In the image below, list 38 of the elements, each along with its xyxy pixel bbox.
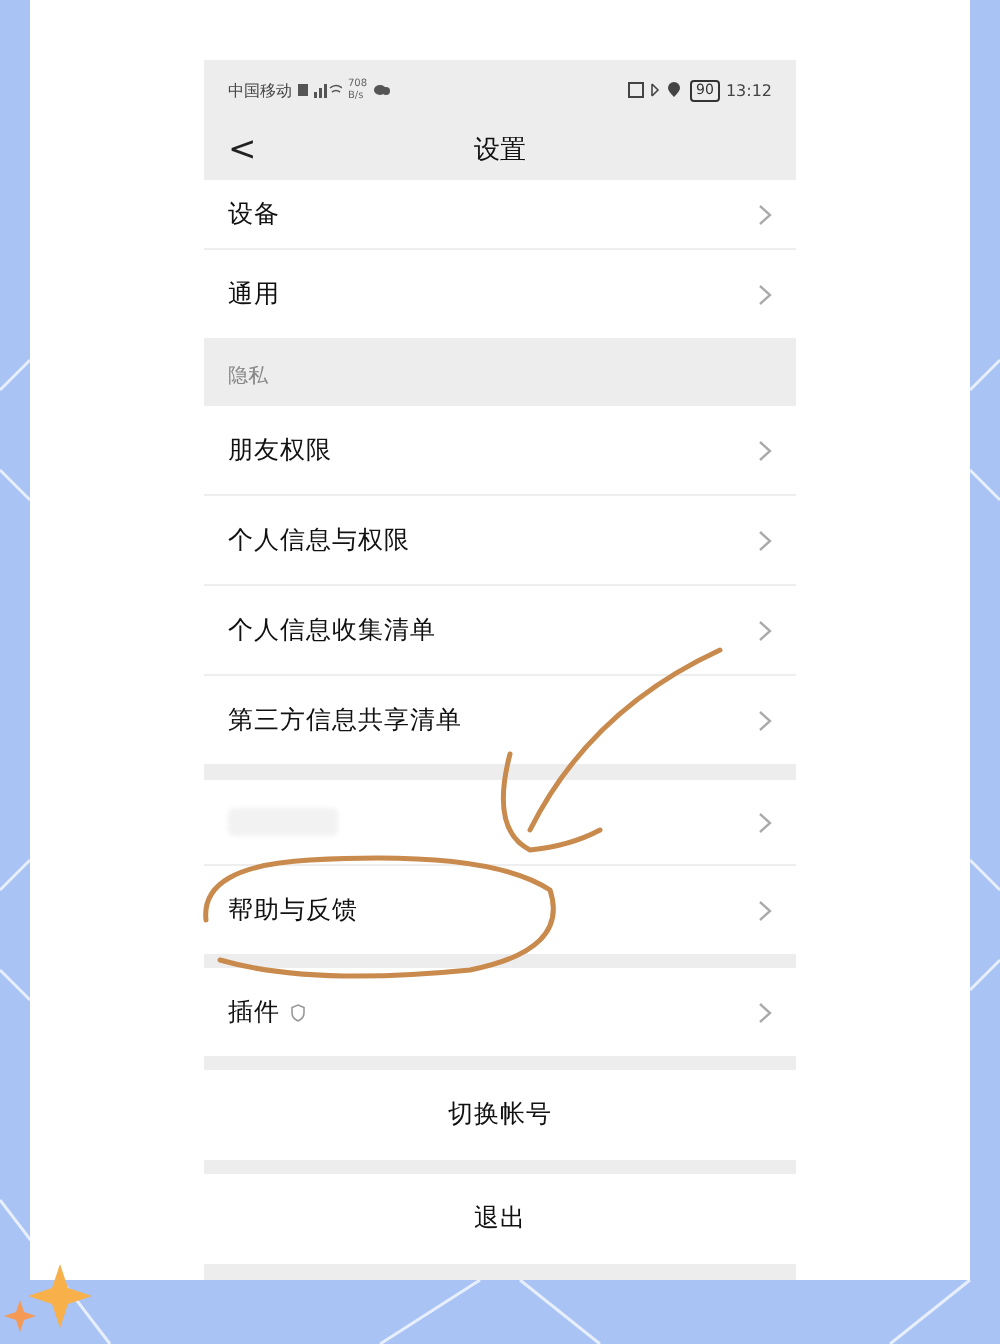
time-text: 13:12 xyxy=(725,81,772,99)
chevron-icon xyxy=(758,811,772,833)
row-label: 个人信息与权限 xyxy=(228,523,410,557)
chevron-icon xyxy=(758,1001,772,1023)
action-row[interactable]: 退出 xyxy=(204,1174,796,1264)
chevron-icon xyxy=(758,899,772,921)
chevron-icon xyxy=(758,439,772,461)
row-label: 插件 xyxy=(228,995,280,1029)
chevron-icon xyxy=(758,529,772,551)
settings-row[interactable]: 第三方信息共享清单 xyxy=(204,676,796,764)
chat-icon xyxy=(373,84,390,96)
settings-row[interactable]: 帮助与反馈 xyxy=(204,866,796,954)
section-header: 隐私 xyxy=(226,364,270,392)
settings-row[interactable]: 个人信息收集清单 xyxy=(204,586,796,676)
row-label: 个人信息收集清单 xyxy=(228,613,436,647)
row-label: 第三方信息共享清单 xyxy=(228,703,462,737)
row-label: 帮助与反馈 xyxy=(228,893,358,927)
status-icons xyxy=(628,82,685,98)
page-title: 设置 xyxy=(474,134,526,168)
chevron-icon xyxy=(758,283,772,305)
signal-icon xyxy=(298,82,342,98)
action-label: 切换帐号 xyxy=(448,1098,552,1132)
chevron-icon xyxy=(758,709,772,731)
chevron-icon xyxy=(758,619,772,641)
action-label: 退出 xyxy=(474,1202,526,1236)
row-label: 朋友权限 xyxy=(228,433,332,467)
shield-icon xyxy=(290,1003,306,1021)
settings-row[interactable]: 设备 xyxy=(204,180,796,250)
settings-row[interactable]: 个人信息与权限 xyxy=(204,496,796,586)
back-button[interactable]: < xyxy=(228,120,257,180)
settings-row[interactable]: 朋友权限 xyxy=(204,406,796,496)
row-label: 通用 xyxy=(228,277,280,311)
settings-row[interactable]: 通用 xyxy=(204,250,796,338)
row-label: 设备 xyxy=(228,197,280,231)
settings-row[interactable]: 插件 xyxy=(204,968,796,1056)
chevron-icon xyxy=(758,203,772,225)
carrier-text: 中国移动 xyxy=(228,79,292,101)
action-row[interactable]: 切换帐号 xyxy=(204,1070,796,1160)
